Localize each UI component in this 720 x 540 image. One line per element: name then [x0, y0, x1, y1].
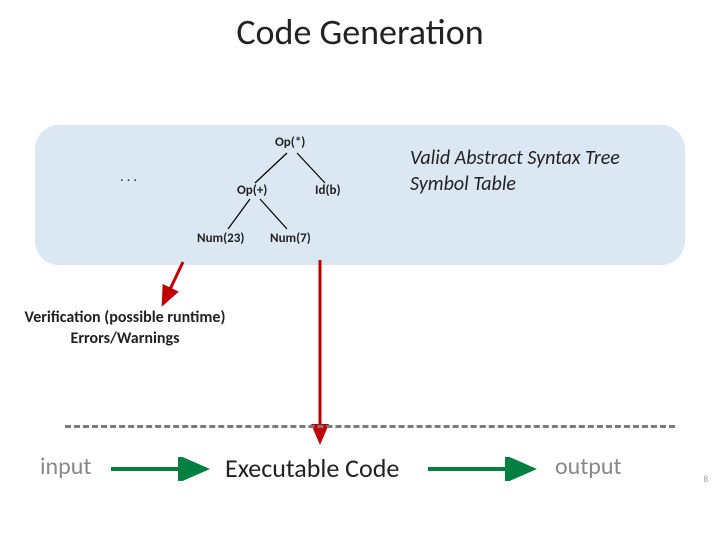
page-number: 8	[703, 474, 708, 485]
verification-label: Verification (possible runtime) Errors/W…	[5, 308, 245, 350]
tree-node-ll: Num(23)	[197, 231, 244, 246]
annotation: Valid Abstract Syntax Tree Symbol Table	[410, 145, 620, 197]
executable-label: Executable Code	[225, 452, 399, 484]
annotation-line1: Valid Abstract Syntax Tree	[410, 145, 620, 171]
tree-node-left: Op(+)	[237, 183, 267, 198]
verification-line1: Verification (possible runtime)	[5, 308, 245, 329]
arrow-ast-to-exec	[300, 258, 340, 453]
verification-line2: Errors/Warnings	[5, 329, 245, 350]
arrow-input-to-exec	[108, 457, 218, 481]
input-label: input	[40, 452, 91, 481]
ellipsis: . . .	[120, 168, 137, 185]
arrow-exec-to-output	[425, 457, 545, 481]
tree-node-right: Id(b)	[315, 183, 341, 198]
arrow-ast-to-verification	[155, 260, 195, 315]
divider-dashed	[65, 425, 675, 428]
tree-node-root: Op(*)	[275, 135, 305, 150]
annotation-line2: Symbol Table	[410, 171, 620, 197]
tree-node-lr: Num(7)	[270, 231, 311, 246]
output-label: output	[555, 452, 622, 481]
slide-title: Code Generation	[0, 0, 720, 54]
